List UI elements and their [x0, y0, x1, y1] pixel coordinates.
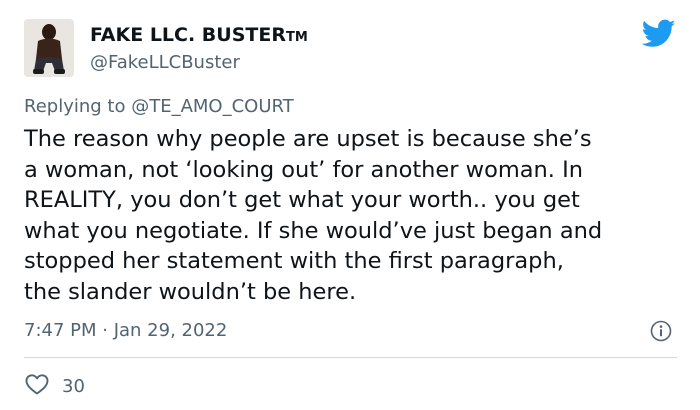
divider — [24, 357, 677, 358]
tweet-text-line: the slander wouldn’t be here. — [24, 278, 357, 305]
display-name[interactable]: FAKE LLC. BUSTERTM — [90, 24, 308, 46]
twitter-bird-icon[interactable] — [641, 16, 676, 50]
like-button[interactable]: 30 — [24, 372, 85, 400]
tweet-text-line: REALITY, you don’t get what your worth..… — [24, 187, 580, 213]
trademark-mark: TM — [285, 30, 308, 45]
tweet-text-line: The reason why people are upset is becau… — [24, 126, 592, 152]
user-handle[interactable]: @FakeLLCBuster — [90, 52, 240, 73]
tweet-text-line: what you negotiate. If she would’ve just… — [24, 217, 603, 244]
replying-to-handle[interactable]: @TE_AMO_COURT — [131, 96, 293, 117]
like-count: 30 — [62, 375, 85, 397]
tweet-text: The reason why people are upset is becau… — [24, 124, 684, 307]
tweet-text-line: stopped her statement with the first par… — [24, 248, 564, 274]
tweet-text-line: a woman, not ‘looking out’ for another w… — [24, 156, 584, 183]
heart-icon — [24, 372, 50, 400]
tweet-card: FAKE LLC. BUSTERTM @FakeLLCBuster Replyi… — [0, 0, 700, 410]
avatar[interactable] — [24, 19, 74, 77]
tweet-timestamp[interactable]: 7:47 PM · Jan 29, 2022 — [24, 320, 227, 341]
info-icon[interactable] — [650, 320, 672, 342]
replying-to: Replying to @TE_AMO_COURT — [24, 96, 294, 117]
